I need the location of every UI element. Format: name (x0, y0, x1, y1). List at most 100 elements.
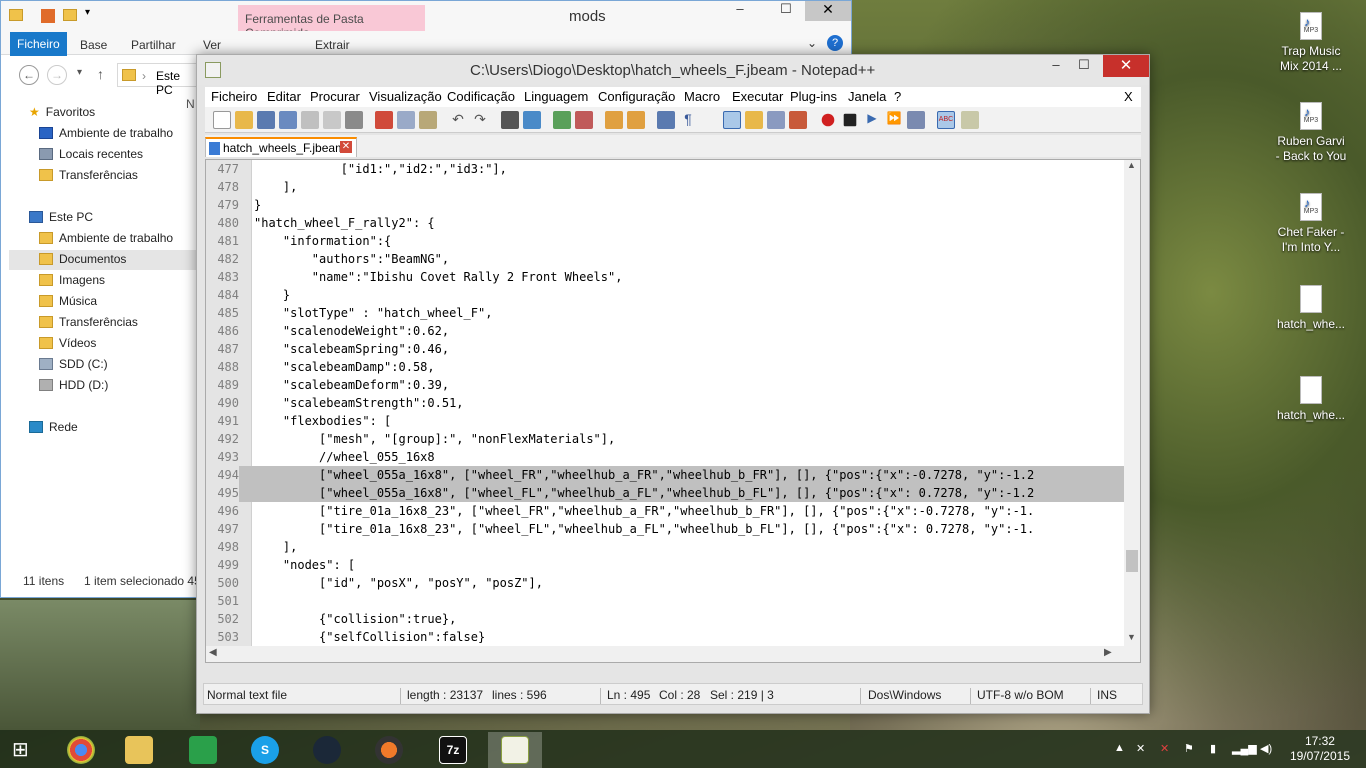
code-line[interactable]: 480 "hatch_wheel_F_rally2": { (206, 214, 1126, 232)
stop-macro-icon[interactable] (843, 113, 857, 127)
code-line[interactable]: 486 "scalenodeWeight":0.62, (206, 322, 1126, 340)
address-bar[interactable]: › Este PC (117, 63, 199, 97)
code-line[interactable]: 485 "slotType" : "hatch_wheel_F", (206, 304, 1126, 322)
save-all-icon[interactable] (279, 111, 297, 129)
taskbar-skype[interactable]: S (238, 732, 292, 768)
scroll-down-icon[interactable]: ▼ (1127, 632, 1136, 642)
play-macro-icon[interactable]: ▶ (863, 111, 881, 129)
up-icon[interactable]: ↑ (97, 66, 104, 82)
menu-help[interactable]: ? (894, 89, 901, 104)
scroll-left-icon[interactable]: ◀ (209, 647, 217, 658)
status-eol[interactable]: Dos\Windows (868, 688, 941, 702)
scroll-right-icon[interactable]: ▶ (1104, 647, 1112, 658)
close-button[interactable]: ✕ (1103, 55, 1149, 77)
code-line[interactable]: 491 "flexbodies": [ (206, 412, 1126, 430)
save-icon[interactable] (257, 111, 275, 129)
taskbar-7zip[interactable]: 7z (426, 732, 480, 768)
minimize-button[interactable]: – (1043, 57, 1069, 77)
code-line[interactable]: 495 ["wheel_055a_16x8", ["wheel_FL","whe… (206, 484, 1126, 502)
code-line[interactable]: 487 "scalebeamSpring":0.46, (206, 340, 1126, 358)
close-button[interactable]: ✕ (805, 1, 851, 21)
cut-icon[interactable] (375, 111, 393, 129)
code-line[interactable]: 481 "information":{ (206, 232, 1126, 250)
recent-dropdown-icon[interactable]: ▾ (77, 67, 82, 78)
explorer-titlebar[interactable]: ▾ Ferramentas de Pasta Comprimida mods –… (1, 1, 851, 40)
word-wrap-icon[interactable] (657, 111, 675, 129)
tray-app-icon[interactable]: ✕ (1136, 742, 1145, 755)
menu-configuracao[interactable]: Configuração (598, 89, 675, 104)
taskbar-steam[interactable] (300, 732, 354, 768)
menu-editar[interactable]: Editar (267, 89, 301, 104)
nav-item-pictures[interactable]: Imagens (39, 273, 105, 287)
nav-item-downloads[interactable]: Transferências (39, 168, 138, 182)
scroll-up-icon[interactable]: ▲ (1127, 160, 1136, 170)
notepadpp-window[interactable]: C:\Users\Diogo\Desktop\hatch_wheels_F.jb… (196, 54, 1150, 714)
tab-extrair[interactable]: Extrair (315, 38, 350, 52)
network-signal-icon[interactable]: ▂▄▆ (1232, 742, 1257, 755)
nav-item-pc-downloads[interactable]: Transferências (39, 315, 138, 329)
volume-icon[interactable]: ◀) (1260, 742, 1272, 755)
taskbar-notepadpp[interactable] (488, 732, 542, 768)
code-line[interactable]: 499 "nodes": [ (206, 556, 1126, 574)
nav-this-pc[interactable]: Este PC (29, 210, 93, 224)
function-list-icon[interactable] (789, 111, 807, 129)
close-all-icon[interactable] (323, 111, 341, 129)
back-icon[interactable]: ← (19, 65, 39, 85)
code-line[interactable]: 502 {"collision":true}, (206, 610, 1126, 628)
tab-hatch-wheels[interactable]: hatch_wheels_F.jbeam ✕ (205, 137, 357, 157)
ribbon-expand-icon[interactable]: ⌄ (807, 36, 817, 50)
show-all-chars-icon[interactable]: ¶ (679, 111, 697, 129)
menu-janela[interactable]: Janela (848, 89, 886, 104)
desktop-icon-hatch-wheels-1[interactable]: hatch_whe... (1271, 285, 1351, 332)
new-folder-icon[interactable] (63, 9, 77, 21)
doc-map-icon[interactable] (767, 111, 785, 129)
tab-ver[interactable]: Ver (203, 38, 221, 52)
taskbar-origin[interactable] (362, 732, 416, 768)
battery-icon[interactable]: ▮ (1210, 742, 1216, 755)
code-line[interactable]: 488 "scalebeamDamp":0.58, (206, 358, 1126, 376)
code-line[interactable]: 483 "name":"Ibishu Covet Rally 2 Front W… (206, 268, 1126, 286)
code-line[interactable]: 482 "authors":"BeamNG", (206, 250, 1126, 268)
folder-as-workspace-icon[interactable] (745, 111, 763, 129)
clock[interactable]: 17:32 19/07/2015 (1290, 734, 1350, 764)
taskbar-store[interactable] (176, 732, 230, 768)
show-hidden-icons[interactable]: ▲ (1114, 742, 1125, 754)
name-column-header[interactable]: N (186, 97, 195, 111)
code-line[interactable]: 498 ], (206, 538, 1126, 556)
zoom-out-icon[interactable] (575, 111, 593, 129)
nav-network[interactable]: Rede (29, 420, 78, 434)
nav-item-desktop[interactable]: Ambiente de trabalho (39, 126, 173, 140)
record-macro-icon[interactable] (821, 113, 835, 127)
menu-ficheiro[interactable]: Ficheiro (211, 89, 257, 104)
undo-icon[interactable]: ↶ (449, 111, 467, 129)
code-line[interactable]: 494 ["wheel_055a_16x8", ["wheel_FR","whe… (206, 466, 1126, 484)
print-icon[interactable] (345, 111, 363, 129)
vertical-scroll-thumb[interactable] (1126, 550, 1138, 572)
menu-executar[interactable]: Executar (732, 89, 783, 104)
menu-linguagem[interactable]: Linguagem (524, 89, 588, 104)
code-line[interactable]: 496 ["tire_01a_16x8_23", ["wheel_FR","wh… (206, 502, 1126, 520)
context-tab-compressed-tools[interactable]: Ferramentas de Pasta Comprimida (238, 5, 425, 40)
close-tab-icon[interactable]: ✕ (340, 141, 352, 153)
close-file-icon[interactable] (301, 111, 319, 129)
menu-visualizacao[interactable]: Visualização (369, 89, 442, 104)
forward-icon[interactable]: → (47, 65, 67, 85)
status-encoding[interactable]: UTF-8 w/o BOM (977, 688, 1064, 702)
code-line[interactable]: 489 "scalebeamDeform":0.39, (206, 376, 1126, 394)
code-line[interactable]: 501 (206, 592, 1126, 610)
play-macro-multiple-icon[interactable]: ⏩ (885, 111, 903, 129)
save-macro-icon[interactable] (907, 111, 925, 129)
desktop-icon-trap-music[interactable]: ♪ MP3 Trap Music Mix 2014 ... (1271, 12, 1351, 74)
code-line[interactable]: 478 ], (206, 178, 1126, 196)
plugin-icon[interactable] (961, 111, 979, 129)
code-line[interactable]: 500 ["id", "posX", "posY", "posZ"], (206, 574, 1126, 592)
tab-partilhar[interactable]: Partilhar (131, 38, 176, 52)
open-file-icon[interactable] (235, 111, 253, 129)
taskbar-chrome[interactable] (54, 732, 108, 768)
code-line[interactable]: 497 ["tire_01a_16x8_23", ["wheel_FL","wh… (206, 520, 1126, 538)
code-line[interactable]: 492 ["mesh", "[group]:", "nonFlexMateria… (206, 430, 1126, 448)
start-button[interactable]: ⊞ (12, 740, 38, 760)
nav-favorites[interactable]: ★ Favoritos (29, 105, 95, 119)
taskbar-explorer[interactable] (112, 732, 166, 768)
minimize-button[interactable]: – (727, 1, 753, 21)
